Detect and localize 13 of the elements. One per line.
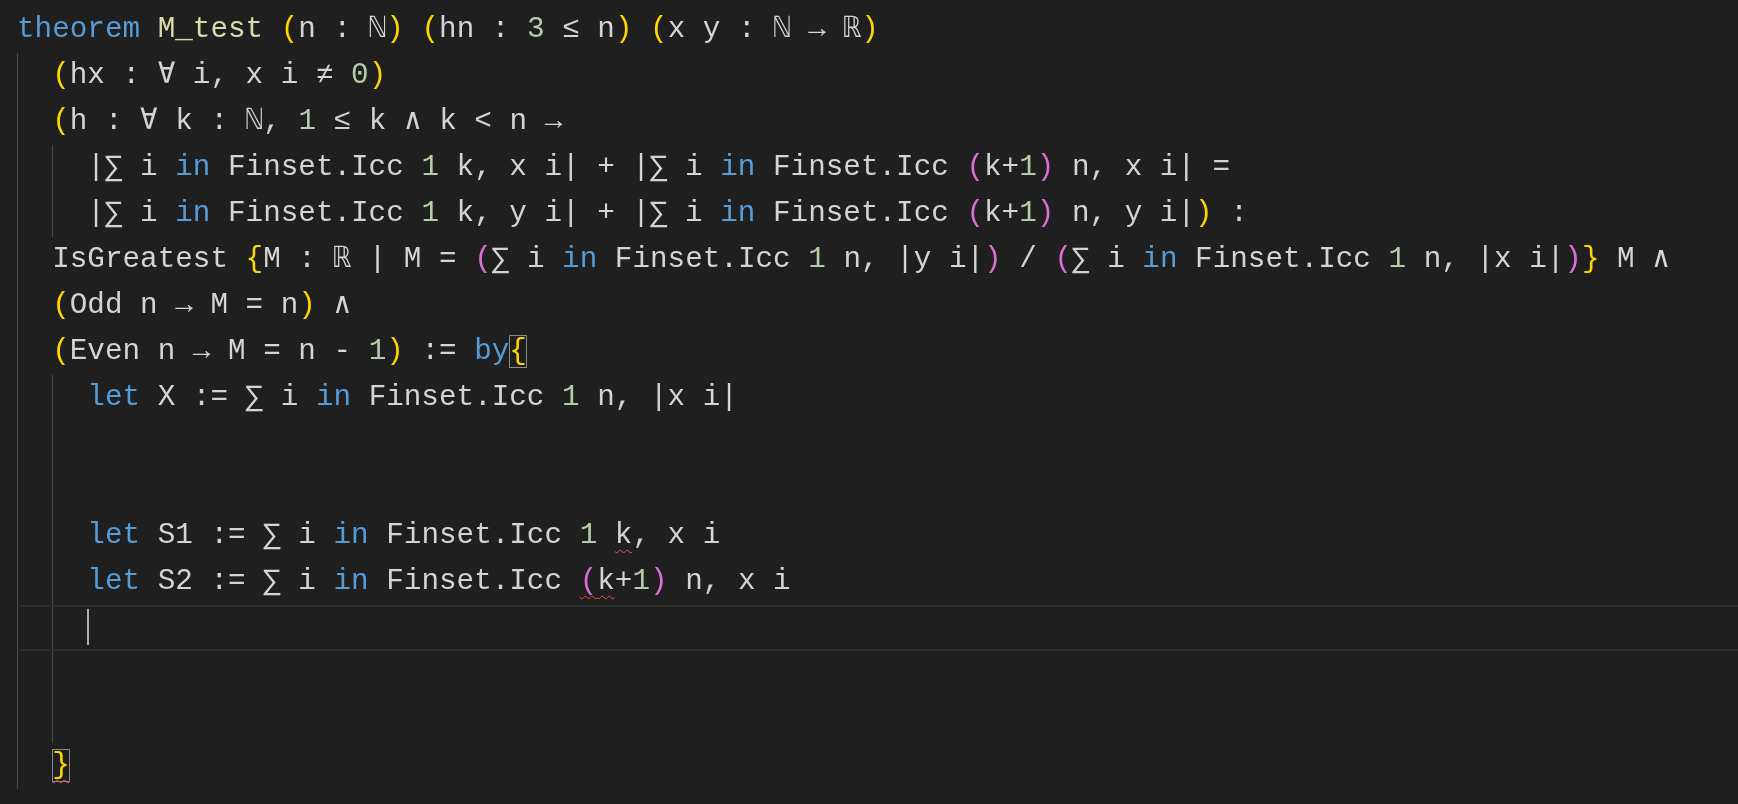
code-line: let S1 := ∑ i in Finset.Icc 1 k, x i bbox=[87, 518, 721, 554]
code-line: (Even n → M = n - 1) := by{ bbox=[52, 334, 527, 370]
code-line: IsGreatest {M : ℝ | M = (∑ i in Finset.Icc 1 n, |y i|) / (∑ i in Finset.Icc 1 n, |x i|)} M ∧ bbox=[52, 242, 1670, 278]
code-line: let S2 := ∑ i in Finset.Icc (k+1) n, x i bbox=[87, 564, 791, 600]
code-line: |∑ i in Finset.Icc 1 k, x i| + |∑ i in Finset.Icc (k+1) n, x i| = bbox=[87, 150, 1231, 186]
code-line: theorem M_test (n : ℕ) (hn : 3 ≤ n) (x y : ℕ → ℝ) bbox=[17, 12, 879, 48]
code-line: (h : ∀ k : ℕ, 1 ≤ k ∧ k < n → bbox=[52, 104, 563, 140]
code-line: (Odd n → M = n) ∧ bbox=[52, 288, 352, 324]
text-cursor bbox=[87, 609, 90, 646]
code-line: |∑ i in Finset.Icc 1 k, y i| + |∑ i in Finset.Icc (k+1) n, y i|) : bbox=[87, 196, 1248, 232]
code-line: (hx : ∀ i, x i ≠ 0) bbox=[52, 58, 387, 94]
code-line: let X := ∑ i in Finset.Icc 1 n, |x i| bbox=[87, 380, 738, 416]
code-line: } bbox=[52, 748, 70, 784]
